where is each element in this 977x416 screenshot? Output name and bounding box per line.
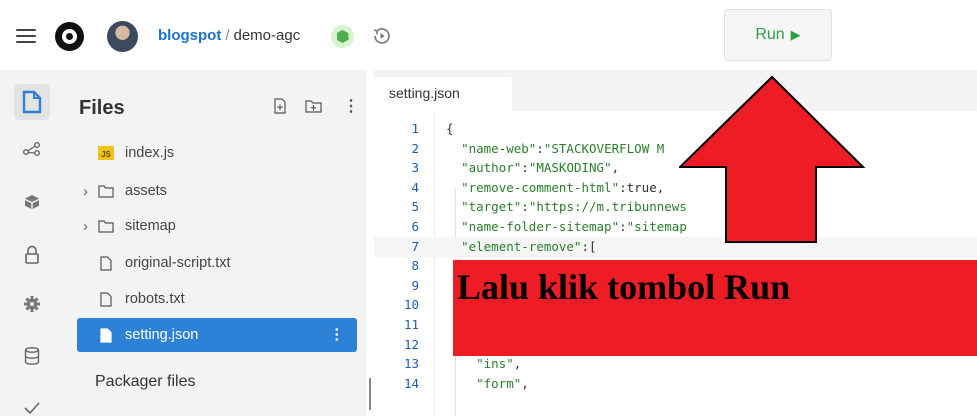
files-more-icon[interactable]: ⋮ xyxy=(343,96,359,116)
tree-item-robots[interactable]: robots.txt xyxy=(77,282,357,316)
tree-item-label: sitemap xyxy=(125,218,176,234)
avatar[interactable] xyxy=(107,21,138,52)
code-text: "remove-comment-html":true, xyxy=(461,179,665,195)
line-number: 10 xyxy=(403,297,419,313)
annotation-banner-text: Lalu klik tombol Run xyxy=(457,267,791,307)
nodejs-icon xyxy=(331,25,354,48)
folder-icon xyxy=(97,218,115,234)
breadcrumb-project[interactable]: demo-agc xyxy=(234,27,301,44)
files-panel: Files ⋮ JS index.js › assets › sitemap o… xyxy=(66,70,371,416)
code-line[interactable]: 7 "element-remove":[ xyxy=(374,236,977,257)
new-file-icon[interactable] xyxy=(273,98,287,114)
code-line[interactable]: 6 "name-folder-sitemap":"sitemap xyxy=(374,217,977,237)
run-button[interactable]: Run ▶ xyxy=(724,9,832,61)
tree-item-label: assets xyxy=(125,183,167,199)
annotation-arrow-up xyxy=(679,75,866,243)
more-options-icon[interactable]: ⋮ xyxy=(330,318,345,352)
menu-icon[interactable] xyxy=(16,29,36,43)
chevron-right-icon[interactable]: › xyxy=(83,218,97,235)
tab-setting-json[interactable]: setting.json xyxy=(374,77,512,111)
panel-resize-handle[interactable] xyxy=(369,378,371,410)
line-number: 5 xyxy=(411,199,419,215)
packager-files-heading[interactable]: Packager files xyxy=(95,373,196,391)
lock-icon[interactable] xyxy=(14,237,50,273)
activity-rail xyxy=(0,70,66,416)
code-text: "name-folder-sitemap":"sitemap xyxy=(461,219,687,234)
files-icon[interactable] xyxy=(14,84,50,120)
file-icon xyxy=(97,255,115,271)
code-text: "element-remove":[ xyxy=(461,238,597,254)
app-logo[interactable] xyxy=(55,22,84,51)
line-number: 7 xyxy=(411,238,419,254)
breadcrumb-separator: / xyxy=(225,27,230,44)
tree-item-original-script[interactable]: original-script.txt xyxy=(77,246,357,280)
tree-item-label: index.js xyxy=(125,145,175,161)
new-folder-icon[interactable] xyxy=(305,98,322,114)
tree-item-sitemap[interactable]: › sitemap xyxy=(77,209,357,243)
code-text: "ins", xyxy=(476,356,522,372)
breadcrumb-user-link[interactable]: blogspot xyxy=(158,27,221,44)
tree-item-label: setting.json xyxy=(125,327,199,343)
line-number: 6 xyxy=(411,219,419,234)
file-icon xyxy=(97,327,115,343)
js-file-icon: JS xyxy=(97,145,115,161)
run-label: Run xyxy=(755,26,785,43)
chevron-right-icon[interactable]: › xyxy=(83,183,97,200)
code-line[interactable]: 3 "author":"MASKODING", xyxy=(374,158,977,178)
line-number: 1 xyxy=(411,121,419,136)
tree-item-setting-json[interactable]: setting.json ⋮ xyxy=(77,318,357,352)
code-line[interactable]: 14 "form", xyxy=(374,374,977,394)
play-icon: ▶ xyxy=(790,27,801,42)
tree-item-label: original-script.txt xyxy=(125,255,231,271)
code-text: "author":"MASKODING", xyxy=(461,160,620,176)
line-number: 11 xyxy=(403,317,419,332)
file-icon xyxy=(97,291,115,307)
line-number: 14 xyxy=(403,375,419,391)
top-bar: blogspot / demo-agc Run ▶ xyxy=(0,0,977,70)
line-number: 4 xyxy=(411,179,419,195)
line-number: 13 xyxy=(403,356,419,372)
code-line[interactable]: 5 "target":"https://m.tribunnews xyxy=(374,197,977,217)
line-number: 9 xyxy=(411,277,419,293)
code-line[interactable]: 2 "name-web":"STACKOVERFLOW M xyxy=(374,139,977,159)
code-text: "form", xyxy=(476,375,529,391)
line-number: 12 xyxy=(403,336,419,352)
line-number: 8 xyxy=(411,258,419,274)
code-text: "target":"https://m.tribunnews xyxy=(461,199,687,215)
code-text: { xyxy=(446,121,454,136)
code-line[interactable]: 4 "remove-comment-html":true, xyxy=(374,178,977,198)
folder-icon xyxy=(97,183,115,199)
breadcrumb: blogspot / demo-agc xyxy=(158,27,300,44)
history-icon[interactable] xyxy=(371,25,393,47)
line-number: 2 xyxy=(411,140,419,156)
editor-tab-bar: setting.json xyxy=(374,70,977,111)
tree-item-label: robots.txt xyxy=(125,291,185,307)
code-editor[interactable]: setting.json 1{2 "name-web":"STACKOVERFL… xyxy=(374,70,977,416)
code-line[interactable]: 1{ xyxy=(374,119,977,139)
tree-item-assets[interactable]: › assets xyxy=(77,174,357,208)
tree-item-index-js[interactable]: JS index.js xyxy=(77,136,357,170)
code-text: "name-web":"STACKOVERFLOW M xyxy=(461,140,665,156)
database-icon[interactable] xyxy=(14,338,50,374)
packages-icon[interactable] xyxy=(14,184,50,220)
share-icon[interactable] xyxy=(14,131,50,167)
annotation-banner: Lalu klik tombol Run xyxy=(453,260,977,356)
line-number: 3 xyxy=(411,160,419,176)
files-title: Files xyxy=(79,97,125,119)
settings-icon[interactable] xyxy=(14,286,50,322)
code-line[interactable]: 13 "ins", xyxy=(374,354,977,374)
check-icon[interactable] xyxy=(14,390,50,416)
